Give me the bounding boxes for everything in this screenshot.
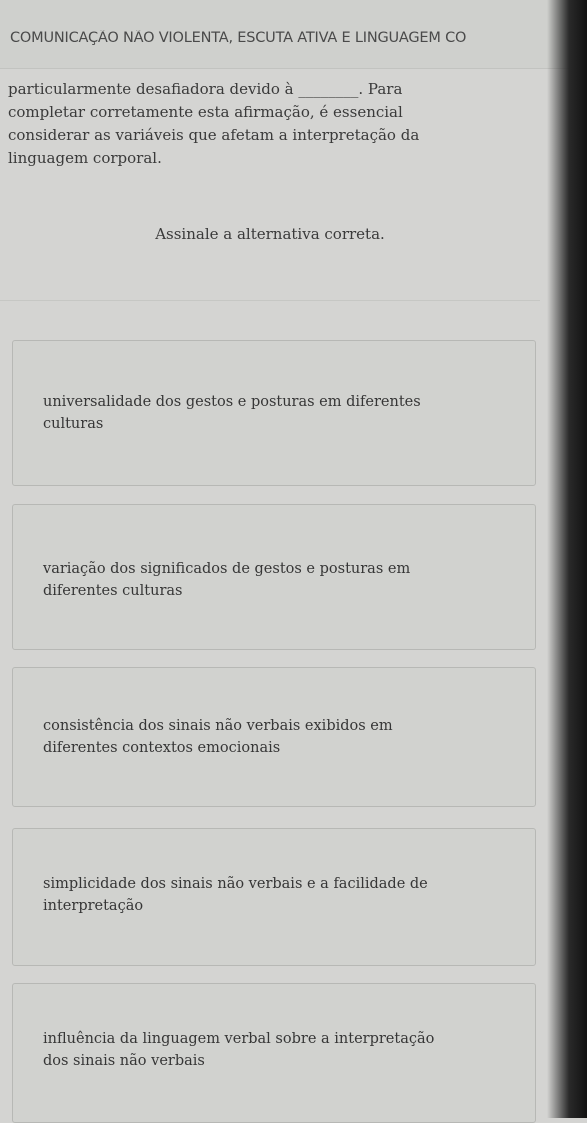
- option-label: variação dos significados de gestos e po…: [43, 558, 505, 602]
- page-header: COMUNICAÇÃO NÃO VIOLENTA, ESCUTA ATIVA E…: [0, 0, 587, 69]
- question-line: particularmente desafiadora devido à ___…: [8, 80, 403, 98]
- option-label-line: universalidade dos gestos e posturas em …: [43, 394, 421, 410]
- divider: [0, 300, 540, 301]
- answer-option-4[interactable]: simplicidade dos sinais não verbais e a …: [12, 828, 536, 966]
- option-label-line: diferentes contextos emocionais: [43, 740, 281, 756]
- option-label-line: interpretação: [43, 898, 144, 914]
- option-label-line: culturas: [43, 416, 104, 432]
- course-title: COMUNICAÇÃO NÃO VIOLENTA, ESCUTA ATIVA E…: [10, 30, 467, 46]
- screen-edge-shadow: [547, 0, 587, 1118]
- question-line: considerar as variáveis que afetam a int…: [8, 126, 420, 144]
- question-text: particularmente desafiadora devido à ___…: [8, 78, 528, 170]
- option-label: consistência dos sinais não verbais exib…: [43, 715, 505, 759]
- option-label-line: dos sinais não verbais: [43, 1053, 205, 1069]
- option-label-line: consistência dos sinais não verbais exib…: [43, 718, 393, 734]
- option-label-line: variação dos significados de gestos e po…: [43, 561, 411, 577]
- instruction-text: Assinale a alternativa correta.: [155, 225, 385, 243]
- option-label-line: simplicidade dos sinais não verbais e a …: [43, 876, 428, 892]
- answer-option-5[interactable]: influência da linguagem verbal sobre a i…: [12, 983, 536, 1123]
- answer-option-1[interactable]: universalidade dos gestos e posturas em …: [12, 340, 536, 486]
- option-label-line: diferentes culturas: [43, 583, 183, 599]
- question-line: completar corretamente esta afirmação, é…: [8, 103, 403, 121]
- option-label: simplicidade dos sinais não verbais e a …: [43, 873, 505, 917]
- answer-option-3[interactable]: consistência dos sinais não verbais exib…: [12, 667, 536, 807]
- option-label: influência da linguagem verbal sobre a i…: [43, 1028, 505, 1072]
- answer-option-2[interactable]: variação dos significados de gestos e po…: [12, 504, 536, 650]
- option-label-line: influência da linguagem verbal sobre a i…: [43, 1031, 435, 1047]
- question-line: linguagem corporal.: [8, 149, 162, 167]
- option-label: universalidade dos gestos e posturas em …: [43, 391, 505, 435]
